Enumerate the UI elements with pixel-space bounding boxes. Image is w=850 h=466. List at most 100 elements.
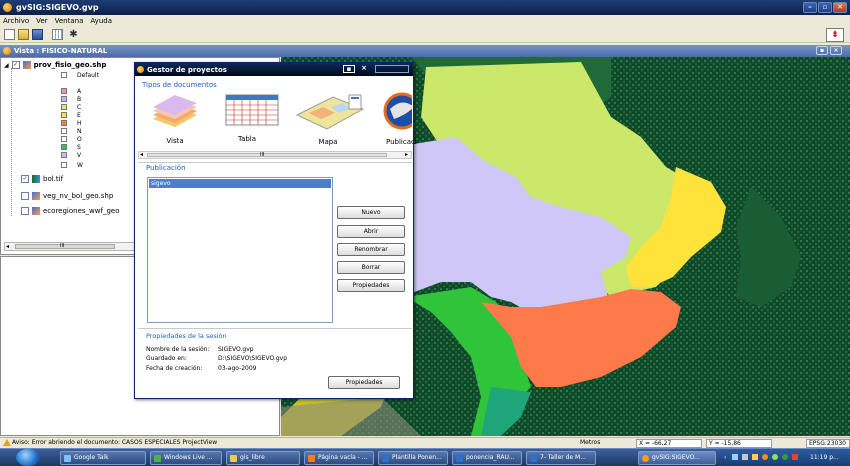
layer-visible-checkbox[interactable]: [21, 192, 29, 200]
view-maximize-icon[interactable]: ▪: [816, 46, 828, 55]
speaker-icon[interactable]: [752, 454, 758, 460]
layer-name: veg_nv_bol_geo.shp: [43, 192, 114, 200]
add-layer-icon[interactable]: ⇟: [826, 28, 844, 42]
separator: [138, 328, 412, 329]
vista-icon: [153, 95, 197, 127]
alert-icon[interactable]: [792, 454, 798, 460]
units-label: Metros: [580, 439, 601, 446]
task-plantilla[interactable]: Plantilla Ponen...: [378, 451, 448, 465]
start-button[interactable]: [16, 449, 40, 466]
separator: [138, 162, 412, 163]
menu-ayuda[interactable]: Ayuda: [90, 17, 112, 25]
dialog-app-icon: [137, 66, 144, 73]
view-title: Vista : FISICO-NATURAL: [14, 47, 108, 55]
layer-visible-checkbox[interactable]: ✓: [21, 175, 29, 183]
mapa-icon: [295, 94, 365, 130]
status-icon[interactable]: [782, 454, 788, 460]
windows-live-icon: [154, 455, 161, 462]
scroll-left-icon[interactable]: ◂: [6, 243, 9, 250]
messenger-icon[interactable]: [772, 454, 778, 460]
vector-layer-icon: [32, 207, 40, 215]
dialog-extra-control[interactable]: [375, 65, 409, 73]
legend-label: Default: [77, 72, 99, 79]
open-folder-icon[interactable]: [18, 29, 29, 40]
task-google-talk[interactable]: Google Talk: [60, 451, 146, 465]
task-gvsig[interactable]: gvSIG:SIGEVO...: [638, 451, 716, 465]
layer-visible-checkbox[interactable]: [21, 207, 29, 215]
minimize-button[interactable]: –: [803, 2, 817, 13]
session-properties-button[interactable]: Propiedades: [328, 376, 400, 389]
scroll-thumb[interactable]: III: [15, 243, 115, 249]
view-icon: [3, 47, 11, 55]
word-icon: [456, 455, 463, 462]
legend-label: V: [77, 152, 82, 159]
scroll-thumb[interactable]: III: [147, 152, 387, 158]
layer-name: ecoregiones_wwf_geo: [43, 207, 120, 215]
doc-types-scrollbar[interactable]: ◂ III ▸: [138, 151, 412, 159]
menu-ver[interactable]: Ver: [36, 17, 47, 25]
abrir-button[interactable]: Abrir: [337, 225, 405, 238]
renombrar-button[interactable]: Renombrar: [337, 243, 405, 256]
task-ponencia[interactable]: ponencia_RAU...: [452, 451, 522, 465]
legend-label: H: [77, 120, 82, 127]
firefox-icon: [308, 455, 315, 462]
view-close-icon[interactable]: ×: [830, 46, 842, 55]
system-tray: ‹ 11:19 p...: [720, 449, 850, 466]
tabla-icon: [225, 94, 279, 126]
clock[interactable]: 11:19 p...: [810, 454, 839, 461]
menu-ventana[interactable]: Ventana: [55, 17, 84, 25]
propiedades-button[interactable]: Propiedades: [337, 279, 405, 292]
list-item[interactable]: sigevo: [149, 179, 331, 188]
publication-section-label: Publicación: [146, 164, 186, 172]
nuevo-button[interactable]: Nuevo: [337, 206, 405, 219]
doc-type-label: Publicaci: [386, 138, 416, 146]
signal-icon[interactable]: [742, 454, 748, 460]
doc-types-label: Tipos de documentos: [142, 81, 217, 89]
layer-row-prov-fisio[interactable]: ◢ ✓ prov_fisio_geo.shp: [4, 61, 106, 69]
task-gis-libre[interactable]: gis_libre: [226, 451, 300, 465]
layer-row-bol[interactable]: ✓ bol.tif: [21, 175, 63, 183]
menu-archivo[interactable]: Archivo: [3, 17, 29, 25]
task-label: Página vacía - ...: [318, 454, 368, 461]
creation-date-value: 03-ago-2009: [218, 365, 257, 372]
legend-swatch: [61, 162, 67, 168]
layer-visible-checkbox[interactable]: ✓: [11, 61, 20, 69]
scroll-left-icon[interactable]: ◂: [140, 151, 143, 158]
task-pagina-vacia[interactable]: Página vacía - ...: [304, 451, 374, 465]
dialog-titlebar: Gestor de proyectos ▪ ×: [135, 63, 413, 76]
collapse-icon[interactable]: ◢: [4, 62, 9, 69]
project-list[interactable]: sigevo: [147, 177, 333, 323]
tools-icon[interactable]: ✱: [68, 29, 79, 40]
legend-label: W: [77, 162, 83, 169]
scroll-right-icon[interactable]: ▸: [405, 151, 408, 158]
borrar-button[interactable]: Borrar: [337, 261, 405, 274]
close-button[interactable]: ✕: [833, 2, 847, 13]
task-label: 7- Taller de M...: [540, 454, 586, 461]
task-windows-live[interactable]: Windows Live ...: [150, 451, 222, 465]
save-icon[interactable]: [32, 29, 43, 40]
layer-row-eco[interactable]: ecoregiones_wwf_geo: [21, 207, 119, 215]
legend-label: O: [77, 136, 82, 143]
legend-swatch: [61, 112, 67, 118]
gvsig-app-icon: [3, 3, 12, 12]
dialog-maximize-icon[interactable]: ▪: [343, 65, 355, 73]
creation-date-key: Fecha de creación:: [146, 365, 203, 372]
layer-name: bol.tif: [43, 175, 64, 183]
y-coordinate: Y = -15,86: [706, 439, 772, 448]
publicacion-icon: [383, 92, 412, 130]
layer-row-veg[interactable]: veg_nv_bol_geo.shp: [21, 192, 113, 200]
new-file-icon[interactable]: [4, 29, 15, 40]
tree-line: [11, 68, 12, 216]
table-icon[interactable]: [52, 29, 63, 40]
legend-label: S: [77, 144, 81, 151]
tray-arrow-icon[interactable]: ‹: [724, 454, 726, 461]
status-message: Aviso: Error abriendo el documento: CASO…: [12, 439, 218, 446]
update-icon[interactable]: [762, 454, 768, 460]
raster-layer-icon: [32, 175, 40, 183]
network-icon[interactable]: [732, 454, 738, 460]
view-titlebar: Vista : FISICO-NATURAL ▪ ×: [0, 45, 850, 57]
task-label: Google Talk: [74, 454, 109, 461]
task-taller[interactable]: 7- Taller de M...: [526, 451, 596, 465]
maximize-button[interactable]: ▫: [818, 2, 832, 13]
dialog-close-icon[interactable]: ×: [359, 65, 369, 73]
